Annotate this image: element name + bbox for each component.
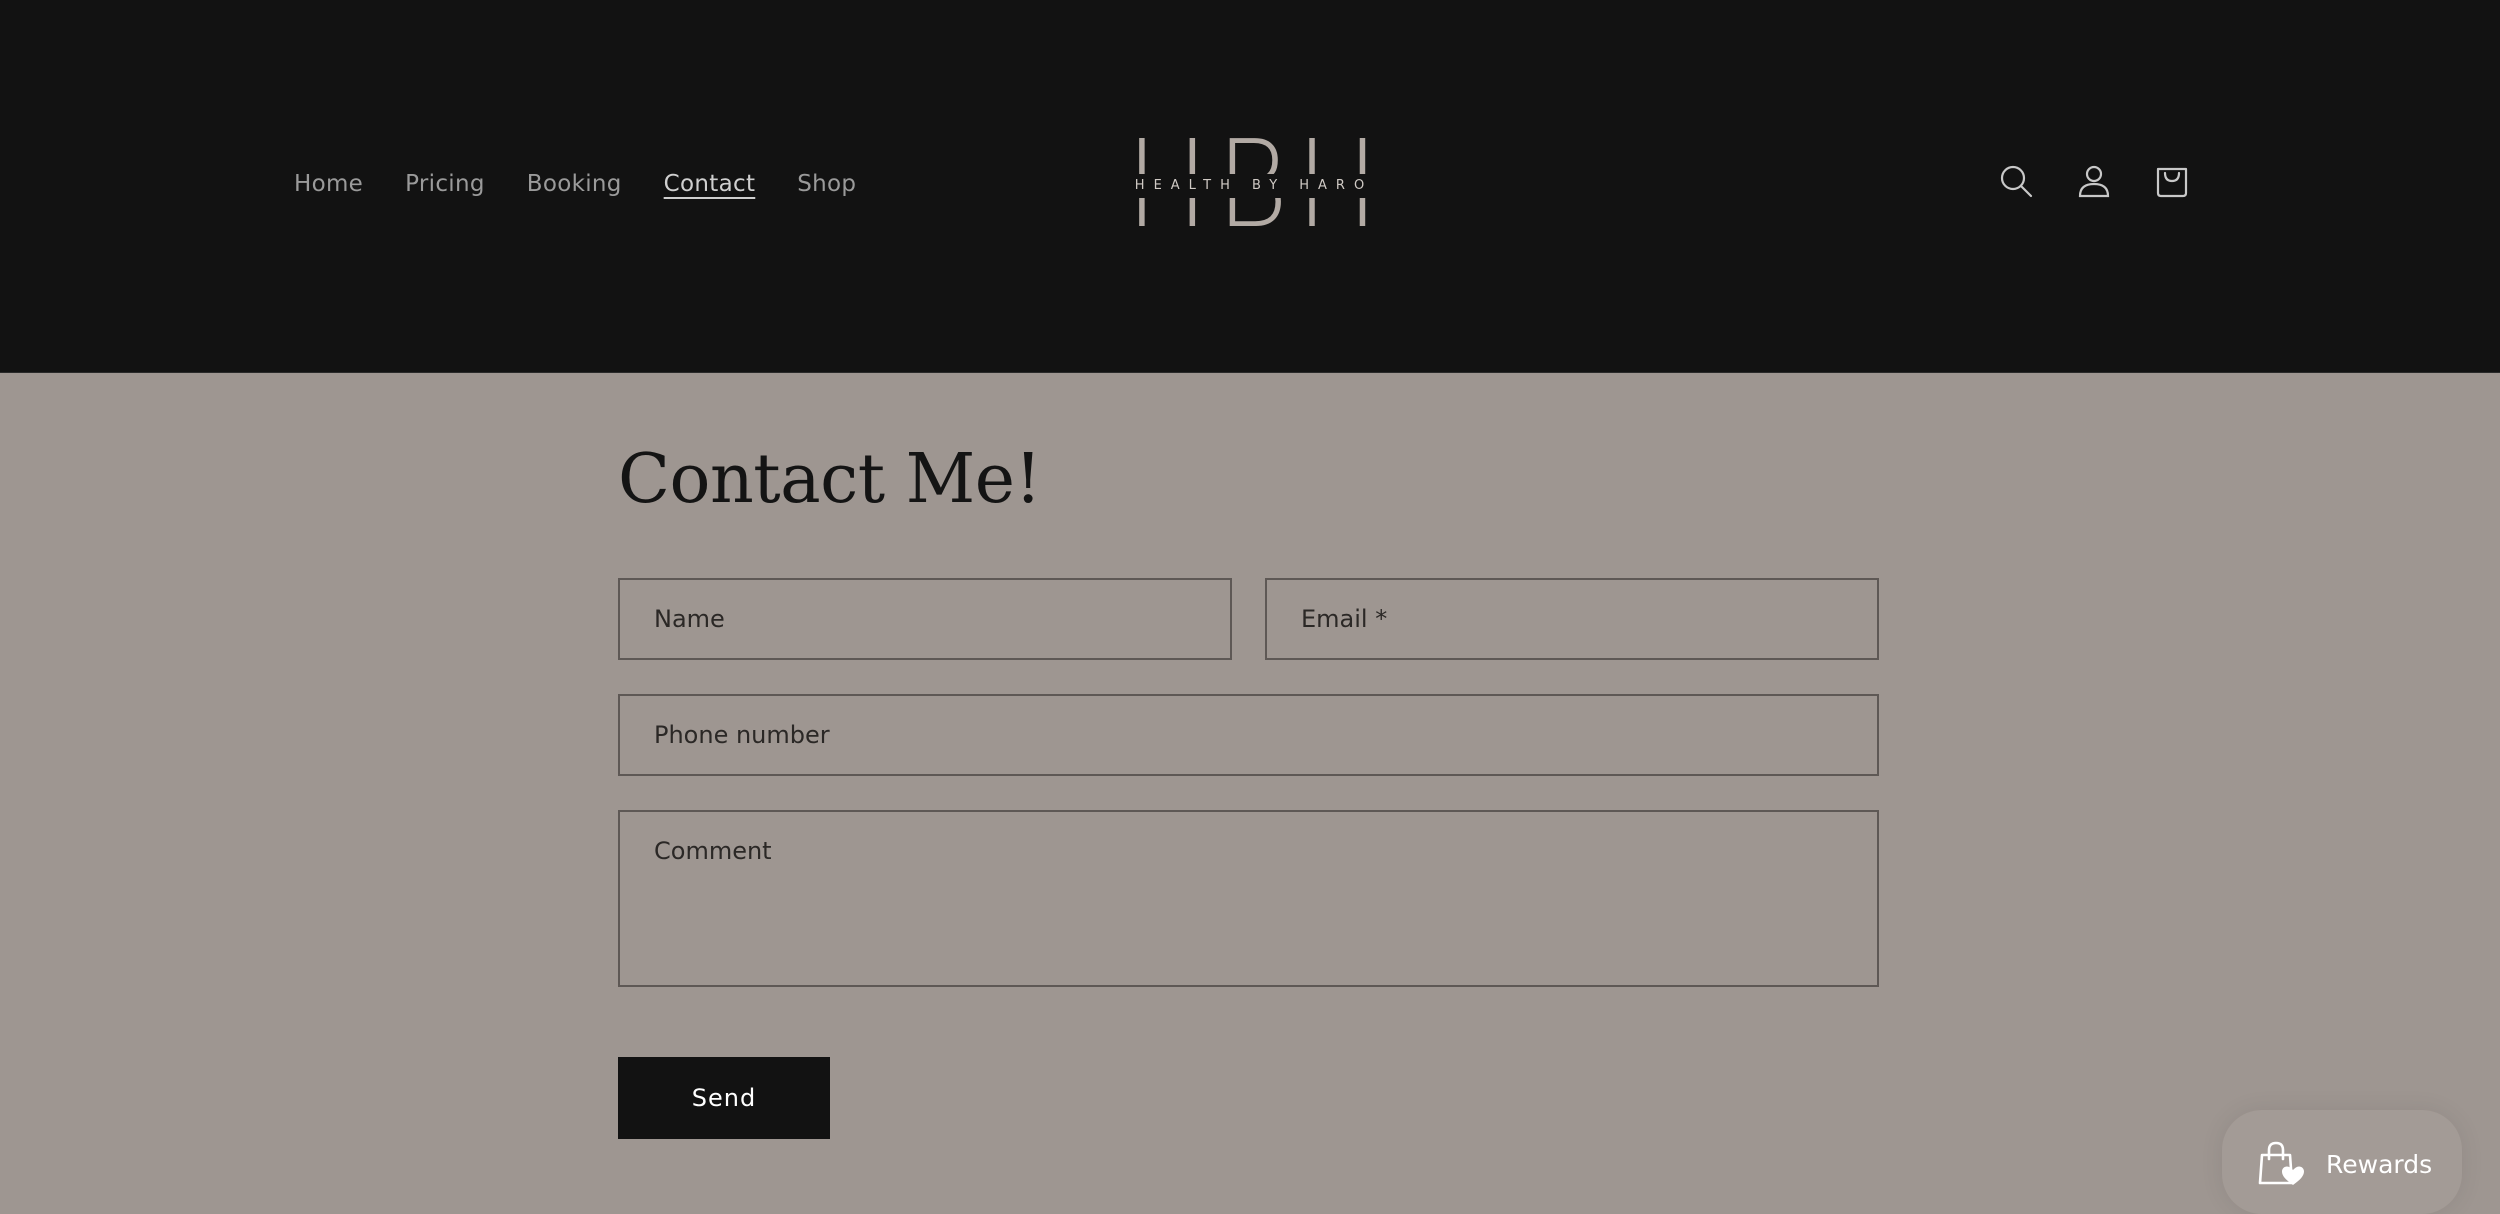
nav-home[interactable]: Home <box>294 168 363 200</box>
main-nav: Home Pricing Booking Contact Shop <box>294 168 898 200</box>
site-header: Home Pricing Booking Contact Shop HBH HE… <box>0 0 2500 373</box>
rewards-label: Rewards <box>2326 1149 2433 1179</box>
logo-tagline: HEALTH BY HARO <box>1115 174 1385 198</box>
account-icon[interactable] <box>2076 163 2112 199</box>
nav-shop[interactable]: Shop <box>797 168 856 200</box>
send-button[interactable]: Send <box>618 1057 830 1139</box>
comment-field[interactable] <box>618 810 1879 987</box>
header-icons <box>1998 163 2190 199</box>
phone-field[interactable] <box>618 694 1879 776</box>
page-title: Contact Me! <box>618 440 1042 519</box>
cart-icon[interactable] <box>2154 163 2190 199</box>
name-field[interactable] <box>618 578 1232 660</box>
nav-booking[interactable]: Booking <box>527 168 622 200</box>
email-field[interactable] <box>1265 578 1879 660</box>
nav-pricing[interactable]: Pricing <box>405 168 485 200</box>
shopping-bag-heart-icon <box>2258 1141 2304 1185</box>
site-logo[interactable]: HBH HEALTH BY HARO <box>1115 126 1385 246</box>
search-icon[interactable] <box>1998 163 2034 199</box>
rewards-launcher[interactable]: Rewards <box>2222 1110 2462 1214</box>
nav-contact[interactable]: Contact <box>664 168 756 200</box>
